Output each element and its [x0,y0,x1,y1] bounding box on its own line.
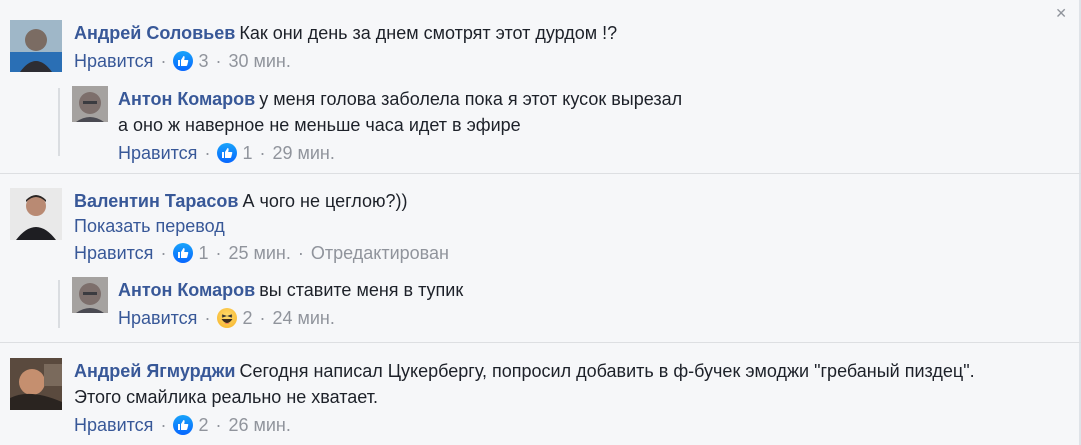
reaction-count: 2 [198,415,209,435]
separator: · [297,243,304,263]
separator: · [215,51,222,71]
reaction-summary[interactable]: 1 [173,241,208,265]
avatar[interactable] [10,188,62,240]
thumbs-up-icon [173,243,194,263]
comment-actions: Нравится · 3 · 30 мин. [74,49,1054,73]
haha-emoji-icon [217,308,238,328]
close-icon[interactable]: ✕ [1055,6,1067,20]
reaction-count: 1 [242,143,253,163]
separator: · [215,243,222,263]
reply-thread-line [58,88,60,156]
like-button[interactable]: Нравится [118,141,197,165]
comment-actions: Нравится · 1 · 25 мин. · Отредактирован [74,241,1054,265]
comment-text: Как они день за днем смотрят этот дурдом… [239,23,618,43]
avatar[interactable] [10,358,62,410]
comment-timestamp[interactable]: 25 мин. [228,241,290,265]
like-button[interactable]: Нравится [74,49,153,73]
separator: · [160,51,167,71]
like-button[interactable]: Нравится [74,241,153,265]
reaction-summary[interactable]: 2 [217,306,252,330]
comment-actions: Нравится · 1 · 29 мин. [118,141,1081,165]
reaction-count: 1 [198,243,209,263]
comment-author[interactable]: Андрей Соловьев [74,23,235,43]
reaction-count: 2 [242,308,253,328]
separator: · [259,308,266,328]
comment-actions: Нравится · 2 · 24 мин. [118,306,1081,330]
comment-author[interactable]: Валентин Тарасов [74,191,238,211]
reaction-summary[interactable]: 2 [173,413,208,437]
comment-author[interactable]: Антон Комаров [118,280,255,300]
comment-timestamp[interactable]: 24 мин. [272,306,334,330]
comment-timestamp[interactable]: 26 мин. [228,413,290,437]
reaction-summary[interactable]: 1 [217,141,252,165]
edited-label[interactable]: Отредактирован [311,241,449,265]
comment-actions: Нравится · 2 · 26 мин. [74,413,1054,437]
separator: · [204,308,211,328]
comment-timestamp[interactable]: 29 мин. [272,141,334,165]
thumbs-up-icon [217,143,238,163]
comment-text: Сегодня написал Цукербергу, попросил доб… [239,361,975,381]
separator: · [160,415,167,435]
avatar[interactable] [72,86,108,122]
comment-timestamp[interactable]: 30 мин. [228,49,290,73]
separator: · [204,143,211,163]
comment-text: вы ставите меня в тупик [259,280,464,300]
like-button[interactable]: Нравится [118,306,197,330]
comment-author[interactable]: Антон Комаров [118,89,255,109]
thumbs-up-icon [173,51,194,71]
separator: · [215,415,222,435]
comment-author[interactable]: Андрей Ягмурджи [74,361,235,381]
comment-text: у меня голова заболела пока я этот кусок… [259,89,683,109]
reaction-summary[interactable]: 3 [173,49,208,73]
separator: · [160,243,167,263]
comment-text-line: а оно ж наверное не меньше часа идет в э… [118,115,521,135]
comment-text: А чого не цеглою?)) [242,191,408,211]
separator: · [259,143,266,163]
comment-divider [0,342,1081,343]
thumbs-up-icon [173,415,194,435]
avatar[interactable] [72,277,108,313]
comment-text-line: Этого смайлика реально не хватает. [74,387,378,407]
reply-thread-line [58,280,60,328]
comment-divider [0,173,1081,174]
show-translation-link[interactable]: Показать перевод [74,214,1054,238]
avatar[interactable] [10,20,62,72]
like-button[interactable]: Нравится [74,413,153,437]
reaction-count: 3 [198,51,209,71]
